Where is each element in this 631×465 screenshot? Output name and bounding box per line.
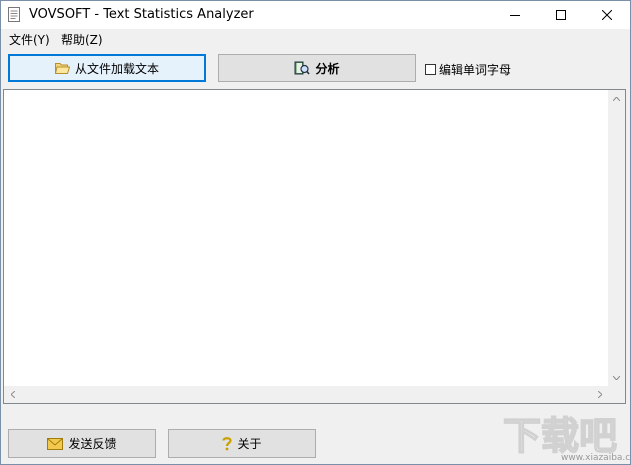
question-mark-icon [222, 436, 233, 451]
load-from-file-label: 从文件加载文本 [74, 61, 159, 76]
text-editor[interactable] [3, 89, 626, 404]
analyze-label: 分析 [315, 61, 340, 76]
send-feedback-label: 发送反馈 [68, 437, 117, 451]
edit-word-letters-option[interactable]: 编辑单词字母 [425, 61, 511, 78]
scroll-right-icon[interactable] [591, 386, 608, 403]
title-bar[interactable]: VOVSOFT - Text Statistics Analyzer [1, 1, 630, 29]
menu-help[interactable]: 帮助(Z) [61, 31, 103, 48]
app-window: VOVSOFT - Text Statistics Analyzer 文件(Y)… [0, 0, 631, 465]
analyze-book-icon [294, 60, 311, 76]
watermark-text: 下载吧 [503, 414, 617, 458]
edit-word-letters-checkbox[interactable] [425, 64, 436, 75]
about-button[interactable]: 关于 [168, 429, 316, 458]
edit-word-letters-label: 编辑单词字母 [439, 63, 512, 77]
maximize-button[interactable] [538, 1, 584, 29]
send-feedback-button[interactable]: 发送反馈 [8, 429, 156, 458]
about-label: 关于 [237, 437, 262, 451]
vertical-scrollbar[interactable] [608, 90, 625, 386]
folder-open-icon [54, 62, 70, 74]
envelope-icon [47, 437, 64, 450]
menu-file[interactable]: 文件(Y) [9, 31, 50, 48]
window-title: VOVSOFT - Text Statistics Analyzer [29, 7, 254, 22]
scrollbar-corner [608, 386, 625, 403]
load-from-file-button[interactable]: 从文件加载文本 [8, 54, 206, 82]
maximize-icon [556, 10, 566, 20]
minimize-icon [510, 15, 520, 16]
scroll-left-icon[interactable] [4, 386, 21, 403]
scroll-up-icon[interactable] [608, 90, 625, 107]
minimize-button[interactable] [492, 1, 538, 29]
horizontal-scrollbar[interactable] [4, 386, 608, 403]
analyze-button[interactable]: 分析 [218, 54, 416, 82]
close-icon [602, 10, 612, 20]
scroll-down-icon[interactable] [608, 369, 625, 386]
app-document-icon [8, 7, 20, 22]
watermark-url: www.xiazaiba.com [561, 453, 631, 463]
menu-bar: 文件(Y) 帮助(Z) [1, 29, 630, 48]
close-button[interactable] [584, 1, 630, 29]
